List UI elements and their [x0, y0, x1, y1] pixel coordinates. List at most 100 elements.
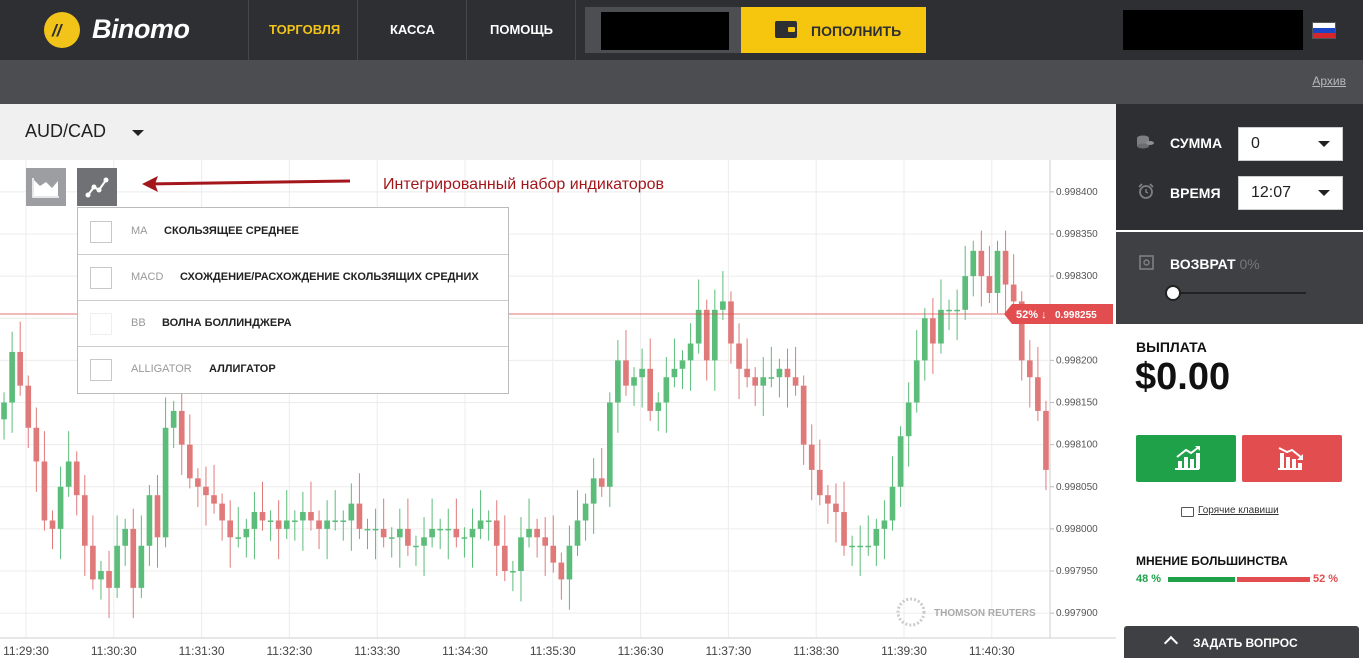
wallet-icon: [775, 21, 797, 38]
y-tick-label: 0.998200: [1056, 355, 1098, 366]
candle: [542, 537, 549, 546]
chevron-down-icon[interactable]: [132, 130, 144, 136]
candle: [881, 520, 888, 529]
candle: [33, 427, 40, 462]
candle: [178, 410, 185, 445]
candle: [251, 512, 258, 529]
candle: [437, 528, 444, 531]
candle: [413, 545, 419, 548]
archive-link[interactable]: Архив: [1312, 74, 1346, 88]
y-tick-label: 0.997950: [1056, 566, 1098, 577]
trade-params: [1116, 104, 1363, 230]
candle: [954, 309, 960, 312]
candle: [776, 368, 783, 378]
candle: [687, 343, 694, 361]
candle: [73, 461, 80, 496]
candle: [485, 520, 492, 522]
candle: [259, 512, 266, 521]
candle: [623, 360, 629, 386]
indicator-name: СКОЛЬЗЯЩЕЕ СРЕДНЕЕ: [164, 225, 299, 237]
candle: [340, 520, 347, 522]
candle: [978, 250, 985, 277]
candle: [938, 309, 944, 344]
candle: [744, 368, 750, 378]
amount-select[interactable]: 0: [1238, 127, 1343, 161]
candle: [316, 520, 322, 529]
candle: [590, 478, 597, 504]
indicator-ma[interactable]: MA СКОЛЬЗЯЩЕЕ СРЕДНЕЕ: [78, 208, 508, 255]
candle: [41, 461, 48, 521]
asset-selector[interactable]: AUD/CAD: [25, 121, 106, 142]
indicator-checkbox[interactable]: [90, 359, 112, 381]
candle: [574, 520, 581, 546]
brand-logo[interactable]: // Binomo: [44, 10, 204, 50]
return-slider-track[interactable]: [1172, 292, 1306, 294]
indicator-checkbox[interactable]: [90, 221, 112, 243]
indicator-checkbox[interactable]: [90, 313, 112, 335]
candle: [114, 545, 120, 588]
candle: [146, 495, 153, 546]
deposit-button[interactable]: ПОПОЛНИТЬ: [741, 7, 926, 53]
candle: [122, 528, 129, 546]
candle: [897, 436, 904, 487]
trend-down-icon: [1278, 447, 1303, 470]
candle: [825, 495, 831, 504]
indicator-name: АЛЛИГАТОР: [209, 363, 276, 375]
candle: [243, 528, 250, 538]
indicator-alligator[interactable]: ALLIGATOR АЛЛИГАТОР: [78, 346, 508, 392]
hotkeys-link[interactable]: Горячие клавиши: [1198, 505, 1279, 516]
nav-cashier[interactable]: КАССА: [390, 22, 435, 37]
indicator-checkbox[interactable]: [90, 267, 112, 289]
candle: [550, 545, 557, 563]
candle: [647, 368, 654, 411]
put-down-button[interactable]: [1242, 435, 1342, 482]
candle: [17, 351, 24, 386]
time-select[interactable]: 12:07: [1238, 176, 1343, 210]
y-tick-label: 0.998100: [1056, 440, 1098, 451]
indicator-macd[interactable]: MACD СХОЖДЕНИЕ/РАСХОЖДЕНИЕ СКОЛЬЗЯЩИХ СР…: [78, 254, 508, 301]
y-tick-label: 0.998050: [1056, 482, 1098, 493]
candle: [1, 402, 7, 420]
candle: [493, 520, 500, 546]
candle: [211, 495, 217, 504]
indicators-icon[interactable]: [77, 168, 117, 206]
return-slider-handle[interactable]: [1165, 285, 1181, 301]
candle: [348, 503, 355, 521]
candle: [421, 537, 427, 546]
indicators-dropdown: MA СКОЛЬЗЯЩЕЕ СРЕДНЕЕ MACD СХОЖДЕНИЕ/РАС…: [77, 207, 509, 394]
candle: [235, 537, 242, 539]
candle: [655, 402, 662, 411]
candle: [946, 309, 952, 312]
indicator-bb[interactable]: BB ВОЛНА БОЛЛИНДЖЕРА: [78, 300, 508, 347]
account-redacted[interactable]: [1123, 10, 1303, 50]
asset-bar: [0, 104, 1116, 160]
candle: [1035, 377, 1041, 411]
call-up-button[interactable]: [1136, 435, 1236, 482]
candle: [388, 537, 395, 539]
y-tick-label: 0.998150: [1056, 398, 1098, 409]
candle: [477, 520, 484, 529]
candle: [582, 503, 589, 521]
candle: [518, 537, 524, 572]
nav-divider: [248, 0, 249, 60]
reuters-logo-icon: [896, 597, 926, 627]
area-chart-icon[interactable]: [26, 168, 66, 206]
candle: [186, 444, 193, 479]
candle: [768, 377, 775, 379]
candle: [461, 537, 468, 539]
majority-opinion-label: МНЕНИЕ БОЛЬШИНСТВА: [1136, 554, 1288, 568]
candle: [760, 377, 767, 386]
candle: [736, 343, 742, 369]
nav-trading[interactable]: ТОРГОВЛЯ: [269, 22, 340, 37]
candle: [283, 520, 290, 529]
ask-question-label[interactable]: ЗАДАТЬ ВОПРОС: [1193, 636, 1298, 650]
candle: [1043, 410, 1049, 470]
nav-help[interactable]: ПОМОЩЬ: [490, 22, 553, 37]
balance-redacted[interactable]: [601, 12, 729, 50]
candle: [162, 427, 169, 538]
candle: [138, 545, 145, 588]
trend-up-icon: [1175, 446, 1200, 470]
candle: [986, 276, 993, 293]
safe-icon: [1139, 255, 1154, 270]
russia-flag-icon[interactable]: [1312, 22, 1336, 39]
